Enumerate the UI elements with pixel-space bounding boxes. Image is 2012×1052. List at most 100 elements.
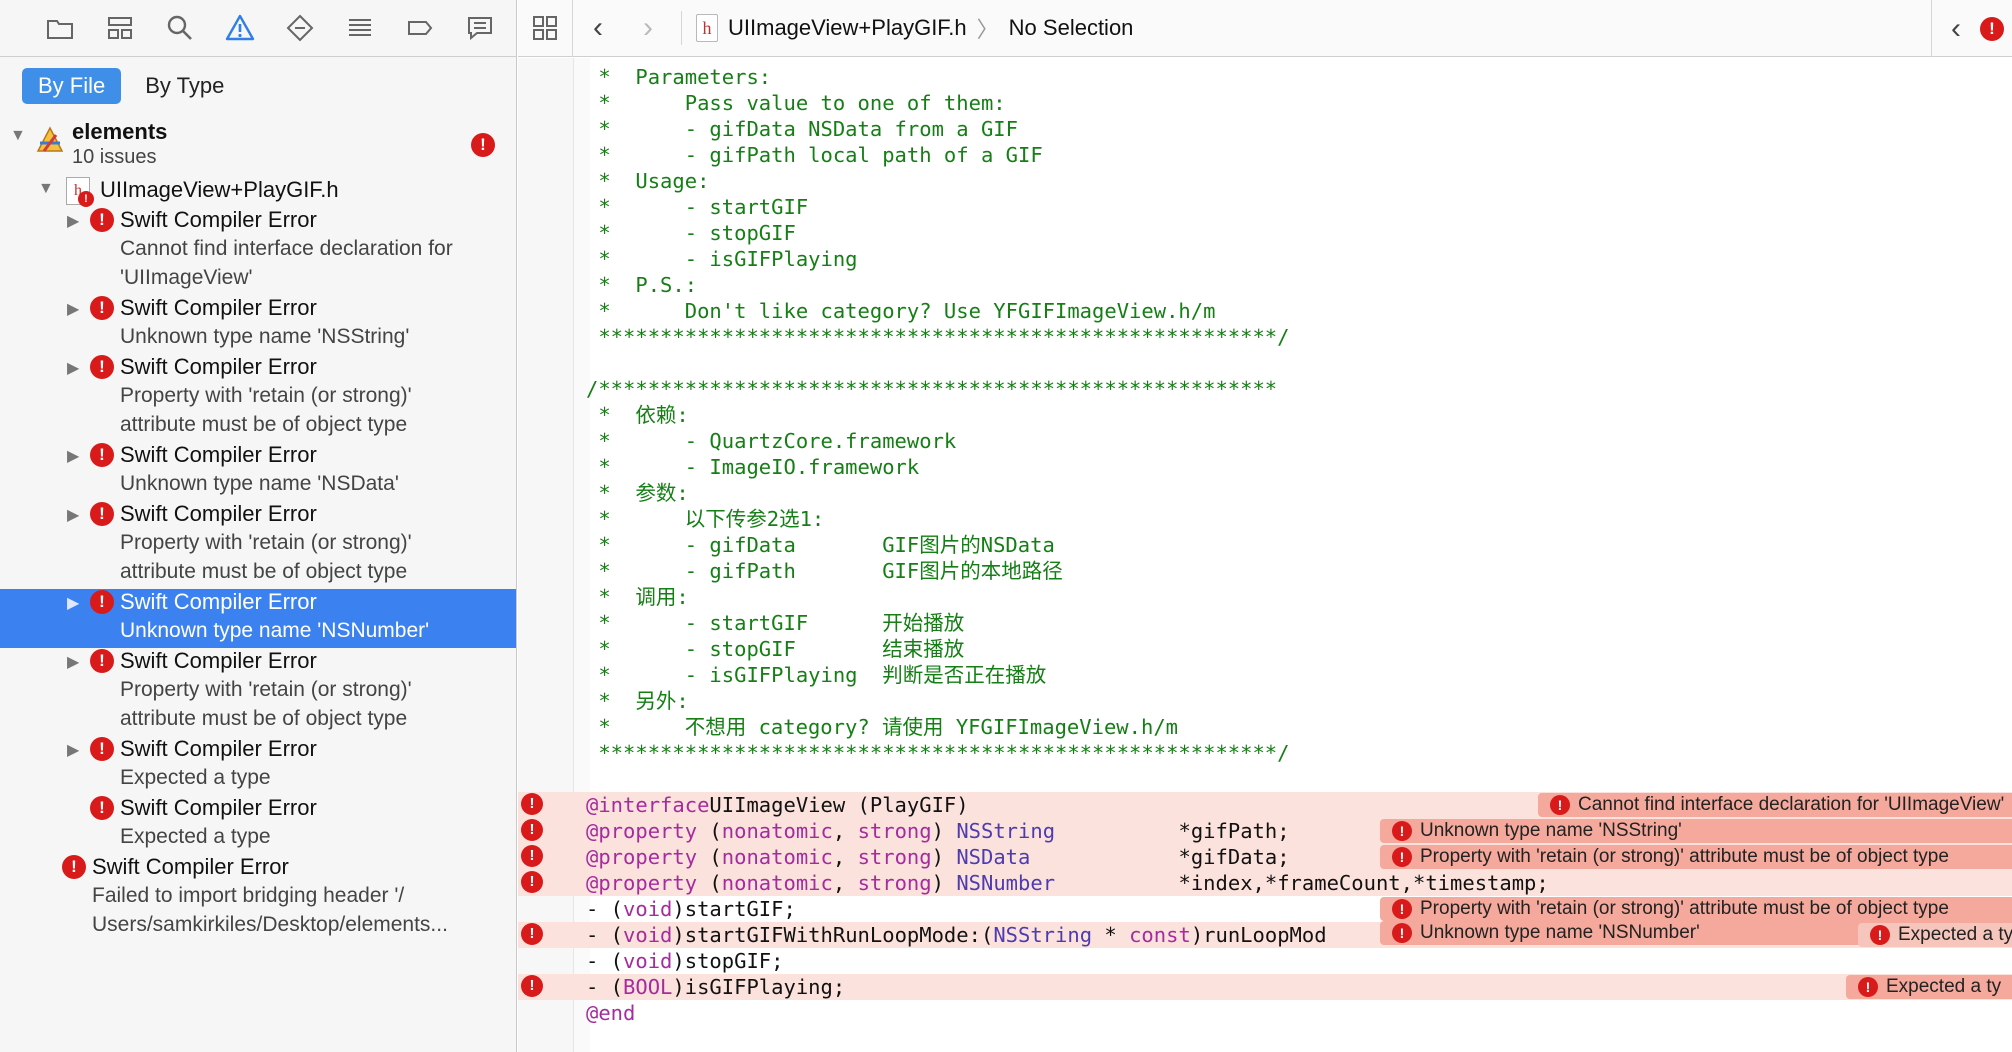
by-type-tab[interactable]: By Type xyxy=(129,68,240,104)
issue-row[interactable]: ▶! Swift Compiler Error Unknown type name … xyxy=(0,589,516,648)
keyword-token: @property xyxy=(586,845,698,869)
issue-description: Property with 'retain (or strong)' xyxy=(120,678,412,701)
keyword-token: void xyxy=(623,949,673,973)
warning-icon[interactable] xyxy=(210,0,270,57)
issue-row[interactable]: ▶! Swift Compiler Error Unknown type name … xyxy=(0,442,516,501)
error-message-text: Cannot find interface declaration for 'U… xyxy=(1578,794,2005,815)
code-line: * 另外: xyxy=(518,688,2012,714)
debug-list-icon[interactable] xyxy=(330,0,390,57)
source-editor: ‹ › h UIImageView+PlayGIF.h 〉 No Selecti… xyxy=(518,0,2012,1052)
inline-error-message[interactable]: ! Expected a ty xyxy=(1858,923,2012,947)
error-icon: ! xyxy=(1392,821,1412,841)
code-text: @property (nonatomic, strong) NSData *gi… xyxy=(586,844,1290,870)
inline-error-message[interactable]: ! Property with 'retain (or strong)' attr… xyxy=(1380,897,2012,921)
issue-description: Unknown type name 'NSString' xyxy=(120,325,410,348)
keyword-token: strong xyxy=(857,819,932,843)
code-text: @property (nonatomic, strong) NSNumber *… xyxy=(586,870,1549,896)
comment-text: * - isGIFPlaying 判断是否正在播放 xyxy=(586,663,1047,687)
code-text: - (void)stopGIF; xyxy=(586,948,784,974)
error-icon: ! xyxy=(1858,977,1878,997)
error-code-line: ! - (BOOL)isGIFPlaying; xyxy=(518,974,2012,1000)
code-token: )isGIFPlaying; xyxy=(672,975,846,999)
comment-text: * - gifPath local path of a GIF xyxy=(586,143,1043,167)
disclosure-triangle-icon[interactable]: ▶ xyxy=(67,652,79,672)
back-arrow-icon[interactable]: ‹ xyxy=(573,11,623,45)
error-icon[interactable]: ! xyxy=(1980,16,2004,41)
code-token: ) xyxy=(931,845,957,869)
code-line: * - isGIFPlaying 判断是否正在播放 xyxy=(518,662,2012,688)
issue-title: Swift Compiler Error xyxy=(120,207,317,232)
comment-text: * - gifPath GIF图片的本地路径 xyxy=(586,559,1063,583)
scope-bar: By File By Type xyxy=(0,57,516,115)
issue-row[interactable]: ▶! Swift Compiler Error Cannot find interf… xyxy=(0,207,516,295)
separator xyxy=(681,11,682,45)
error-icon: ! xyxy=(521,923,543,945)
keyword-token: @property xyxy=(586,819,698,843)
issue-row[interactable]: ▶! Swift Compiler Error Expected a type xyxy=(0,736,516,795)
inline-error-message[interactable]: ! Unknown type name 'NSString' xyxy=(1380,819,2012,843)
project-name: elements xyxy=(72,119,168,144)
project-icon xyxy=(34,123,66,160)
error-icon: ! xyxy=(521,819,543,841)
code-token: - ( xyxy=(586,975,624,999)
error-message-text: Property with 'retain (or strong)' attri… xyxy=(1420,898,1949,919)
navigator-toolbar xyxy=(0,0,516,57)
type-token: NSString xyxy=(956,819,1056,843)
project-row[interactable]: ▼ elements 10 issues ! xyxy=(0,119,516,175)
issue-description: Expected a type xyxy=(120,766,271,789)
previous-issue-icon[interactable]: ‹ xyxy=(1944,12,1968,46)
error-icon: ! xyxy=(471,133,495,157)
comment-text: * 不想用 category? 请使用 YFGIFImageView.h/m xyxy=(586,715,1178,739)
inline-error-message[interactable]: ! Property with 'retain (or strong)' attr… xyxy=(1380,845,2012,869)
comment-text: * Pass value to one of them: xyxy=(586,91,1006,115)
code-line: * - stopGIF 结束播放 xyxy=(518,636,2012,662)
disclosure-triangle-icon[interactable]: ▶ xyxy=(67,740,79,760)
keyword-token: void xyxy=(623,897,673,921)
issue-row[interactable]: ▶! Swift Compiler Error Property with 'ret… xyxy=(0,648,516,736)
code-line: - (void)stopGIF; xyxy=(518,948,2012,974)
breadcrumb-chevron-icon: 〉 xyxy=(976,17,999,42)
disclosure-triangle-icon[interactable]: ▶ xyxy=(67,358,79,378)
issue-row[interactable]: ▶! Swift Compiler Error Property with 'ret… xyxy=(0,354,516,442)
issue-description: 'UIImageView' xyxy=(120,266,253,289)
issue-row[interactable]: ▶! Swift Compiler Error Unknown type name … xyxy=(0,295,516,354)
file-row[interactable]: ▼ h ! UIImageView+PlayGIF.h xyxy=(0,175,516,207)
breadcrumb-file[interactable]: UIImageView+PlayGIF.h xyxy=(728,15,967,41)
issue-description: Property with 'retain (or strong)' xyxy=(120,384,412,407)
disclosure-triangle-icon[interactable]: ▶ xyxy=(67,446,79,466)
test-diamond-icon[interactable] xyxy=(270,0,330,57)
code-token: )startGIFWithRunLoopMode:( xyxy=(672,923,994,947)
disclosure-triangle-icon[interactable]: ▼ xyxy=(38,180,54,198)
search-icon[interactable] xyxy=(150,0,210,57)
keyword-token: nonatomic xyxy=(721,819,833,843)
error-icon: ! xyxy=(1870,925,1890,945)
issue-description: Users/samkirkiles/Desktop/elements... xyxy=(92,913,448,936)
breadcrumb-selection[interactable]: No Selection xyxy=(1009,15,1134,41)
symbol-navigator-icon[interactable] xyxy=(90,0,150,57)
disclosure-triangle-icon[interactable]: ▼ xyxy=(10,127,26,145)
by-file-tab[interactable]: By File xyxy=(22,68,122,104)
disclosure-triangle-icon[interactable]: ▶ xyxy=(67,593,79,613)
code-area[interactable]: * Parameters: * Pass value to one of the… xyxy=(518,58,2012,1052)
report-icon[interactable] xyxy=(450,0,510,57)
disclosure-triangle-icon[interactable]: ▶ xyxy=(67,505,79,525)
disclosure-triangle-icon[interactable]: ▶ xyxy=(67,299,79,319)
code-token: - ( xyxy=(586,923,624,947)
issue-description: Failed to import bridging header '/ xyxy=(92,884,405,907)
error-icon: ! xyxy=(78,191,94,207)
inline-error-message[interactable]: ! Expected a ty xyxy=(1846,975,2012,999)
keyword-token: nonatomic xyxy=(721,871,833,895)
inline-error-message[interactable]: ! Cannot find interface declaration for '… xyxy=(1538,793,2012,817)
issue-description: Property with 'retain (or strong)' xyxy=(120,531,412,554)
bridging-header-issue-row[interactable]: ! Swift Compiler Error Failed to import br… xyxy=(0,854,516,944)
issue-row[interactable]: ▶! Swift Compiler Error Property with 'ret… xyxy=(0,501,516,589)
breakpoint-icon[interactable] xyxy=(390,0,450,57)
forward-arrow-icon[interactable]: › xyxy=(623,11,673,45)
issue-title: Swift Compiler Error xyxy=(120,354,317,379)
issue-row[interactable]: ! Swift Compiler Error Expected a type xyxy=(0,795,516,854)
disclosure-triangle-icon[interactable]: ▶ xyxy=(67,211,79,231)
keyword-token: @end xyxy=(586,1001,636,1025)
folder-icon[interactable] xyxy=(30,0,90,57)
related-items-icon[interactable] xyxy=(518,0,573,57)
code-text: - (void)startGIFWithRunLoopMode:(NSStrin… xyxy=(586,922,1327,948)
